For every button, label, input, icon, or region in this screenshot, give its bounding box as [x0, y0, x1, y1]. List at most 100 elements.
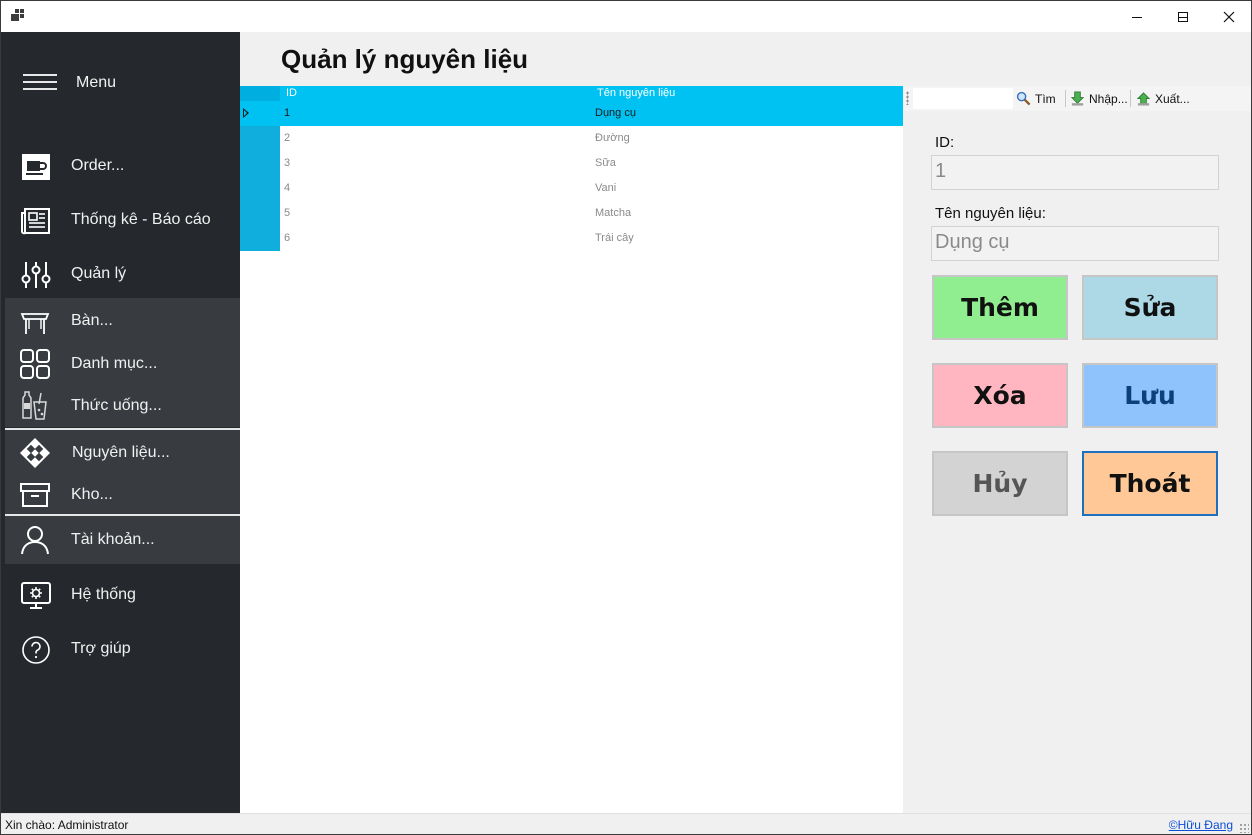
submenu-group-catalog: Bàn... Danh mục... Thức uống... [5, 298, 240, 427]
cell-name: Dụng cụ [595, 107, 636, 119]
sidebar-item-label: Thống kê - Báo cáo [71, 211, 211, 228]
cell-id: 1 [284, 107, 291, 119]
table-row[interactable]: 5 Matcha [240, 201, 903, 226]
table-row[interactable]: 6 Trái cây [240, 226, 903, 251]
submenu-group-accounts: Tài khoản... [5, 516, 240, 564]
search-icon [1016, 91, 1031, 106]
import-icon [1070, 91, 1085, 106]
column-header-id[interactable]: ID [286, 87, 297, 99]
close-button[interactable] [1206, 1, 1251, 32]
app-window: Menu Order... Thống kê - Báo cáo Quản lý… [0, 0, 1252, 835]
sidebar-item-help[interactable]: Trợ giúp [1, 628, 240, 672]
menu-label: Menu [76, 74, 117, 91]
archive-box-icon [20, 483, 50, 507]
name-field[interactable]: Dụng cụ [931, 226, 1219, 261]
status-greeting: Xin chào: Administrator [5, 818, 129, 832]
sidebar-item-ingredients[interactable]: Nguyên liệu... [5, 432, 240, 474]
sidebar-item-label: Tài khoản... [71, 531, 155, 548]
close-icon [1223, 11, 1235, 22]
sidebar-item-label: Order... [71, 157, 125, 174]
sidebar-item-label: Trợ giúp [71, 640, 131, 657]
hamburger-icon [23, 72, 57, 92]
add-button[interactable]: Thêm [932, 275, 1068, 340]
table-row[interactable]: 2 Đường [240, 126, 903, 151]
sidebar-item-label: Hệ thống [71, 586, 136, 603]
sidebar-item-management[interactable]: Quản lý [1, 253, 240, 297]
resize-grip[interactable] [1239, 823, 1249, 833]
search-button-label: Tìm [1035, 91, 1056, 106]
export-button[interactable]: Xuất... [1136, 89, 1190, 108]
sidebar-item-label: Bàn... [71, 312, 113, 329]
cell-name: Vani [595, 182, 617, 194]
sidebar-item-warehouse[interactable]: Kho... [5, 474, 240, 516]
current-row-arrow-icon [243, 108, 249, 118]
export-button-label: Xuất... [1155, 91, 1190, 106]
name-label: Tên nguyên liệu: [935, 205, 1046, 222]
newspaper-icon [21, 208, 50, 235]
sidebar-item-accounts[interactable]: Tài khoản... [5, 519, 240, 561]
cell-id: 4 [284, 182, 291, 194]
menu-toggle[interactable]: Menu [1, 52, 240, 112]
search-input[interactable] [913, 88, 1013, 109]
app-icon [11, 9, 25, 23]
column-header-name[interactable]: Tên nguyên liệu [597, 87, 675, 99]
page-title: Quản lý nguyên liệu [281, 44, 529, 74]
drinks-icon [22, 391, 47, 420]
toolbar-separator [1130, 90, 1131, 107]
user-icon [21, 526, 49, 555]
sidebar-item-drinks[interactable]: Thức uống... [5, 385, 240, 427]
ingredient-icon [20, 438, 50, 468]
cell-name: Đường [595, 132, 630, 144]
delete-button[interactable]: Xóa [932, 363, 1068, 428]
export-icon [1136, 92, 1151, 106]
author-link[interactable]: ©Hữu Đang [1169, 818, 1233, 832]
sidebar-item-label: Nguyên liệu... [72, 444, 170, 461]
toolbar-grip[interactable] [906, 91, 909, 105]
id-label: ID: [935, 134, 955, 151]
sidebar-item-label: Kho... [71, 486, 113, 503]
exit-button[interactable]: Thoát [1082, 451, 1218, 516]
submenu-group-stock: Nguyên liệu... Kho... [5, 430, 240, 514]
sidebar-item-tables[interactable]: Bàn... [5, 300, 240, 342]
sidebar-item-order[interactable]: Order... [1, 145, 240, 189]
cell-name: Matcha [595, 207, 632, 219]
table-row[interactable]: 1 Dụng cụ [240, 101, 903, 126]
cell-id: 3 [284, 157, 291, 169]
table-row[interactable]: 3 Sữa [240, 151, 903, 176]
search-button[interactable]: Tìm [1016, 89, 1056, 108]
coffee-cup-icon [22, 154, 50, 180]
grid-corner-header [240, 86, 280, 101]
sidebar: Menu Order... Thống kê - Báo cáo Quản lý… [1, 32, 240, 813]
import-button-label: Nhập... [1089, 91, 1128, 106]
table-row[interactable]: 4 Vani [240, 176, 903, 201]
minimize-button-area[interactable] [1114, 1, 1160, 32]
table-icon [20, 313, 50, 334]
sidebar-item-categories[interactable]: Danh mục... [5, 343, 240, 385]
import-button[interactable]: Nhập... [1070, 89, 1128, 108]
id-field[interactable]: 1 [931, 155, 1219, 190]
cancel-button[interactable]: Hủy [932, 451, 1068, 516]
save-button[interactable]: Lưu [1082, 363, 1218, 428]
edit-button[interactable]: Sửa [1082, 275, 1218, 340]
cell-name: Sữa [595, 157, 616, 169]
sidebar-item-label: Quản lý [71, 265, 127, 282]
minimize-icon [1132, 16, 1142, 18]
sidebar-item-label: Danh mục... [71, 355, 158, 372]
system-monitor-icon [21, 582, 51, 609]
cell-name: Trái cây [595, 232, 634, 244]
sidebar-item-label: Thức uống... [71, 397, 162, 414]
main-content: Quản lý nguyên liệu ID Tên nguyên liệu 1… [240, 32, 1251, 813]
status-bar: Xin chào: Administrator ©Hữu Đang [1, 813, 1251, 834]
toolbar: Tìm Nhập... Xuất... [903, 86, 1251, 111]
title-bar [1, 1, 1251, 32]
ingredients-grid[interactable]: ID Tên nguyên liệu 1 Dụng cụ 2 Đường 3 S… [240, 86, 903, 813]
sidebar-item-report[interactable]: Thống kê - Báo cáo [1, 199, 240, 243]
cell-id: 2 [284, 132, 291, 144]
maximize-button[interactable] [1160, 1, 1206, 32]
maximize-icon [1178, 11, 1188, 22]
sliders-icon [21, 262, 51, 288]
cell-id: 5 [284, 207, 291, 219]
cell-id: 6 [284, 232, 291, 244]
sidebar-item-system[interactable]: Hệ thống [1, 574, 240, 618]
help-icon [22, 636, 50, 664]
